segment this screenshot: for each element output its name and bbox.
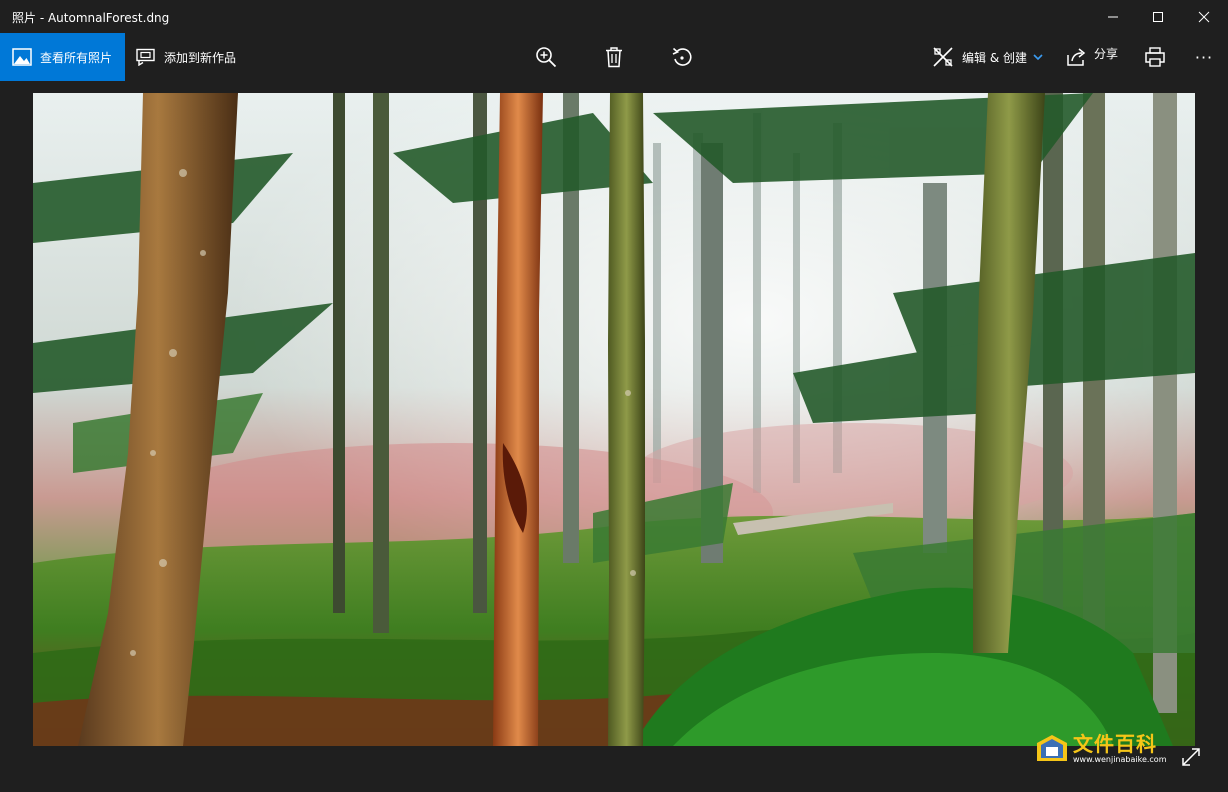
chevron-down-icon (1033, 54, 1043, 61)
zoom-in-icon (536, 47, 557, 68)
forest-photo[interactable] (33, 93, 1195, 746)
delete-button[interactable] (602, 33, 626, 81)
maximize-icon (1153, 11, 1163, 22)
watermark-title: 文件百科 (1073, 732, 1157, 756)
edit-create-label: 编辑 & 创建 (962, 50, 1027, 65)
printer-icon (1145, 47, 1165, 67)
zoom-button[interactable] (534, 33, 558, 81)
photo-gallery-icon (12, 48, 32, 66)
add-to-creation-button[interactable]: 添加到新作品 (136, 33, 236, 81)
print-button[interactable] (1144, 33, 1166, 81)
window-title: 照片 - AutomnalForest.dng (12, 11, 170, 25)
see-all-photos-label: 查看所有照片 (40, 50, 113, 65)
trash-icon (606, 47, 622, 68)
minimize-button[interactable] (1090, 0, 1136, 33)
edit-create-icon (933, 47, 953, 67)
expand-icon (1182, 748, 1200, 766)
title-bar: 照片 - AutomnalForest.dng (0, 0, 1228, 33)
share-button[interactable]: 分享 (1066, 33, 1118, 81)
more-options-button[interactable]: ··· (1192, 33, 1216, 81)
watermark: 文件百科 www.wenjinabaike.com (1035, 729, 1167, 769)
forest-photo-illustration (33, 93, 1195, 746)
add-to-creation-label: 添加到新作品 (164, 50, 237, 65)
add-creation-icon (136, 48, 155, 66)
rotate-button[interactable] (670, 33, 694, 81)
close-icon (1198, 11, 1210, 22)
photo-viewport (0, 81, 1228, 792)
rotate-icon (672, 47, 692, 66)
toolbar: 查看所有照片 添加到新作品 编辑 & 创建 分享 ··· (0, 33, 1228, 81)
maximize-button[interactable] (1135, 0, 1181, 33)
share-label: 分享 (1094, 46, 1119, 61)
watermark-logo-icon (1037, 735, 1067, 761)
close-button[interactable] (1181, 0, 1227, 33)
edit-create-button[interactable]: 编辑 & 创建 (932, 33, 1043, 81)
watermark-url: www.wenjinabaike.com (1073, 755, 1167, 764)
minimize-icon (1108, 16, 1118, 17)
expand-button[interactable] (1178, 744, 1204, 770)
share-icon (1067, 48, 1086, 66)
see-all-photos-button[interactable]: 查看所有照片 (0, 33, 125, 81)
